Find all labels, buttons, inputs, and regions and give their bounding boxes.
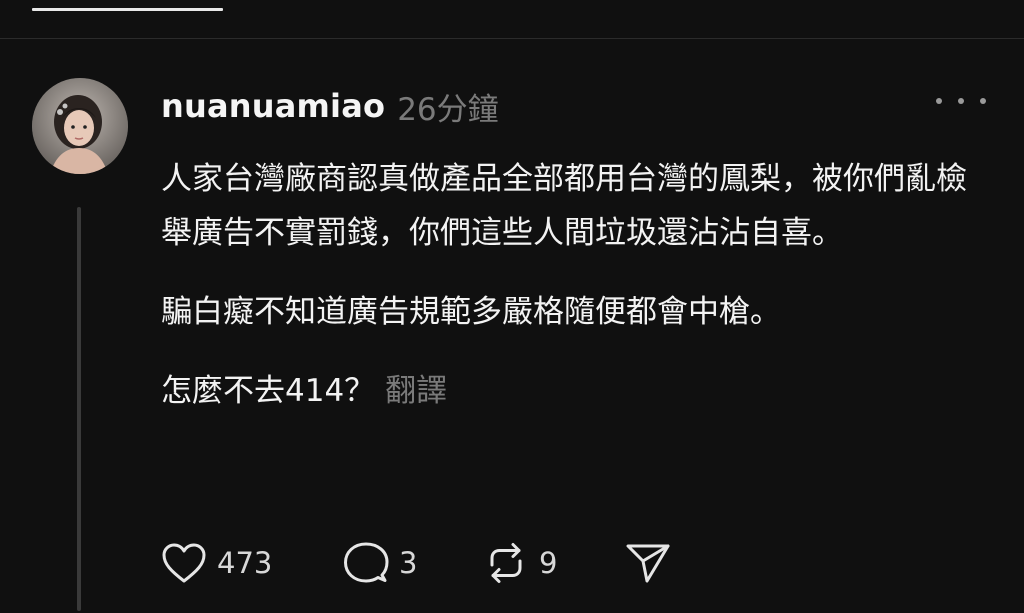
post-body: 人家台灣廠商認真做產品全部都用台灣的鳳梨，被你們亂檢舉廣告不實罰錢，你們這些人間… xyxy=(161,152,991,418)
post-paragraph-last: 怎麼不去414？ 翻譯 xyxy=(161,364,991,418)
thread-line xyxy=(77,207,81,611)
avatar[interactable] xyxy=(32,78,128,174)
translate-link[interactable]: 翻譯 xyxy=(385,373,447,409)
active-tab-indicator[interactable] xyxy=(32,8,223,11)
comment-icon xyxy=(344,542,389,583)
tab-strip xyxy=(0,0,1024,39)
like-button[interactable]: 473 xyxy=(161,542,343,584)
post-paragraph: 人家台灣廠商認真做產品全部都用台灣的鳳梨，被你們亂檢舉廣告不實罰錢，你們這些人間… xyxy=(161,161,967,251)
more-options-button[interactable] xyxy=(936,88,986,114)
reply-button[interactable]: 3 xyxy=(343,541,483,585)
repost-count: 9 xyxy=(539,546,558,580)
action-bar: 473 3 9 xyxy=(161,540,671,586)
share-button[interactable] xyxy=(625,541,671,585)
thread-page: nuanuamiao 26分鐘 人家台灣廠商認真做產品全部都用台灣的鳳梨，被你們… xyxy=(0,0,1024,613)
repost-icon xyxy=(490,543,522,583)
timestamp: 26分鐘 xyxy=(397,91,499,128)
repost-button[interactable]: 9 xyxy=(483,541,625,585)
username[interactable]: nuanuamiao xyxy=(161,87,385,125)
send-icon xyxy=(626,544,670,583)
post-paragraph: 騙白癡不知道廣告規範多嚴格隨便都會中槍。 xyxy=(161,294,781,330)
reply-count: 3 xyxy=(399,546,418,580)
post-header: nuanuamiao 26分鐘 xyxy=(161,84,499,128)
more-horizontal-icon xyxy=(936,98,986,104)
avatar-image xyxy=(32,78,128,174)
heart-icon xyxy=(162,543,206,583)
post-paragraph-text: 怎麼不去414？ xyxy=(161,373,376,409)
like-count: 473 xyxy=(217,546,273,580)
